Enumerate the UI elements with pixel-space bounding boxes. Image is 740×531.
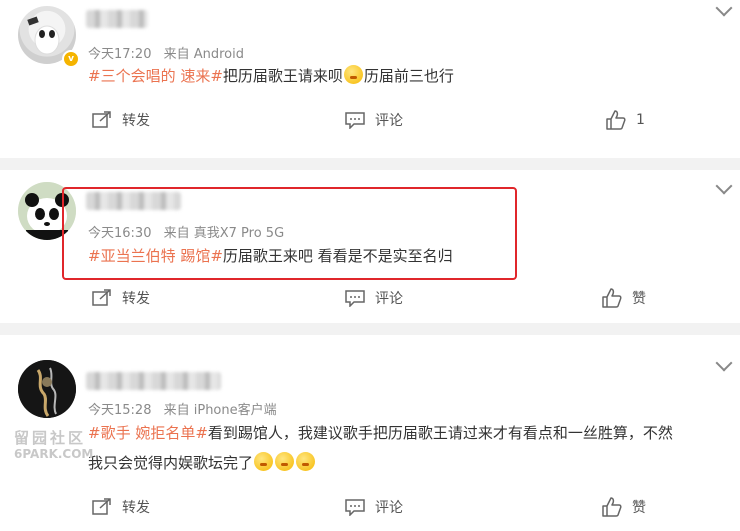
verified-badge-icon: v [62, 50, 80, 68]
action-bar: 转发 评论 赞 [0, 497, 740, 521]
action-bar: 转发 评论 赞 [0, 288, 740, 312]
post-text-2: 历届前三也行 [363, 67, 454, 85]
comment-label: 评论 [375, 113, 403, 129]
repost-button[interactable]: 转发 [92, 110, 150, 130]
chevron-down-icon[interactable] [715, 0, 733, 17]
repost-button[interactable]: 转发 [92, 497, 150, 517]
post-text: 把历届歌王请来呗 [222, 67, 343, 85]
emoji-icon [296, 452, 316, 471]
emoji-icon [254, 452, 274, 471]
comment-label: 评论 [375, 500, 403, 516]
chevron-down-icon[interactable] [715, 354, 733, 372]
post-meta: 今天15:28 来自 iPhone客户端 [88, 399, 285, 418]
divider [0, 158, 740, 170]
like-label: 赞 [632, 500, 646, 516]
username-blurred[interactable] [86, 372, 221, 390]
hashtag-link[interactable]: #三个会唱的 速来# [88, 67, 223, 85]
repost-button[interactable]: 转发 [92, 288, 150, 308]
post-content-line2: 我只会觉得内娱歌坛完了 [88, 449, 316, 477]
post-text-2: 我只会觉得内娱歌坛完了 [88, 454, 254, 472]
watermark-line2: 6PARK.COM [14, 447, 94, 461]
hashtag-link[interactable]: #歌手 婉拒名单# [88, 424, 208, 442]
divider [0, 323, 740, 335]
like-button[interactable]: 赞 [602, 497, 646, 517]
thumbs-up-icon [602, 497, 622, 517]
action-bar: 转发 评论 1 [0, 110, 740, 134]
comment-button[interactable]: 评论 [345, 110, 403, 130]
avatar[interactable] [18, 360, 76, 418]
avatar-image [18, 360, 76, 418]
watermark-line1: 留园社区 [14, 429, 87, 447]
comment-icon [345, 290, 365, 307]
highlight-box [62, 187, 517, 280]
comment-icon [345, 112, 365, 129]
post-source: 来自 Android [163, 47, 245, 62]
username-blurred[interactable] [86, 10, 148, 28]
post-time: 今天15:28 [88, 403, 152, 418]
post-content: #三个会唱的 速来#把历届歌王请来呗 历届前三也行 [88, 62, 454, 90]
post-content: #歌手 婉拒名单#看到踢馆人，我建议歌手把历届歌王请过来才有看点和一丝胜算，不然 [88, 419, 673, 447]
repost-label: 转发 [122, 113, 150, 129]
comment-label: 评论 [375, 291, 403, 307]
post-source: 来自 iPhone客户端 [163, 403, 277, 418]
like-count: 1 [636, 112, 645, 128]
like-button[interactable]: 赞 [602, 288, 646, 308]
chevron-down-icon[interactable] [715, 177, 733, 195]
post-time: 今天17:20 [88, 47, 152, 62]
thumbs-up-icon [602, 288, 622, 308]
emoji-icon [343, 65, 363, 84]
like-label: 赞 [632, 291, 646, 307]
comment-button[interactable]: 评论 [345, 497, 403, 517]
repost-label: 转发 [122, 291, 150, 307]
post-meta: 今天17:20 来自 Android [88, 43, 252, 62]
comment-button[interactable]: 评论 [345, 288, 403, 308]
emoji-icon [275, 452, 295, 471]
comment-card-1: v 今天17:20 来自 Android #三个会唱的 速来#把历届歌王请来呗 历… [0, 0, 740, 158]
share-icon [92, 289, 111, 306]
comment-icon [345, 499, 365, 516]
like-button[interactable]: 1 [606, 110, 645, 130]
share-icon [92, 498, 111, 515]
site-watermark: 留园社区 6PARK.COM [14, 430, 93, 462]
thumbs-up-icon [606, 110, 626, 130]
post-text: 看到踢馆人，我建议歌手把历届歌王请过来才有看点和一丝胜算，不然 [207, 424, 673, 442]
repost-label: 转发 [122, 500, 150, 516]
share-icon [92, 111, 111, 128]
comment-card-3: 今天15:28 来自 iPhone客户端 #歌手 婉拒名单#看到踢馆人，我建议歌… [0, 335, 740, 531]
